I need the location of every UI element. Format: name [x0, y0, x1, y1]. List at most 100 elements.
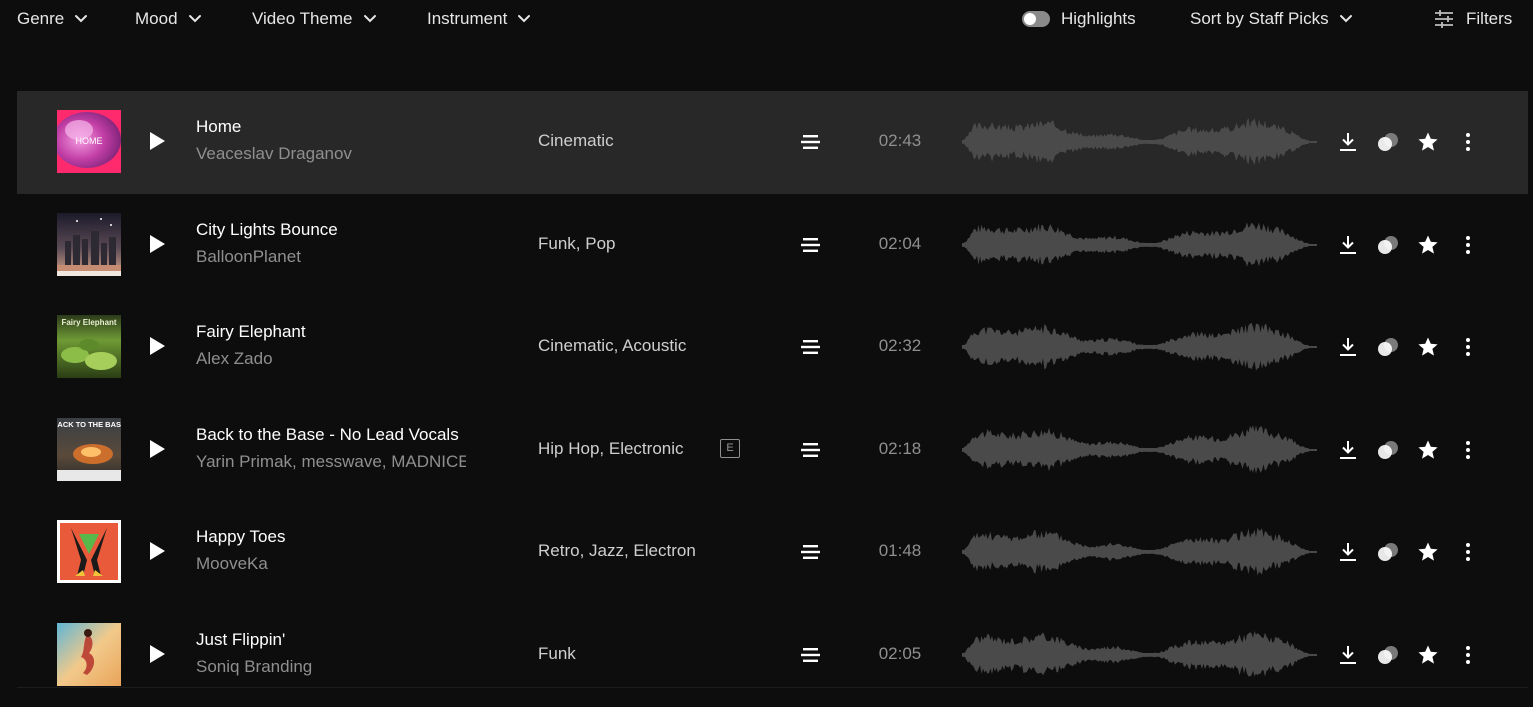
similar-tracks-icon[interactable] — [1377, 234, 1399, 256]
filters-button[interactable]: Filters — [1433, 6, 1512, 32]
track-genres: Cinematic — [538, 131, 614, 150]
album-cover[interactable]: HOME — [57, 110, 121, 173]
download-icon[interactable] — [1337, 336, 1359, 358]
waveform[interactable] — [962, 116, 1317, 168]
filters-label: Filters — [1466, 9, 1513, 28]
star-icon[interactable] — [1417, 234, 1439, 256]
track-title[interactable]: Happy Toes — [196, 527, 466, 547]
track-genres: Retro, Jazz, Electronic — [538, 541, 696, 561]
track-genres: Funk — [538, 643, 576, 663]
sort-dropdown[interactable]: Sort by Staff Picks — [1190, 6, 1353, 32]
mood-dropdown[interactable]: Mood — [135, 6, 202, 32]
track-artist[interactable]: Yarin Primak, messwave, MADNICE — [196, 452, 466, 472]
download-icon[interactable] — [1337, 541, 1359, 563]
more-options-icon[interactable] — [1457, 541, 1479, 563]
album-cover[interactable]: Fairy Elephant — [57, 315, 121, 379]
more-options-icon[interactable] — [1457, 336, 1479, 358]
video-theme-dropdown[interactable]: Video Theme — [252, 6, 377, 32]
more-options-icon[interactable] — [1457, 131, 1479, 153]
waveform[interactable] — [962, 526, 1317, 578]
chevron-down-icon — [74, 14, 88, 24]
play-button[interactable] — [148, 439, 166, 459]
download-icon[interactable] — [1337, 234, 1359, 256]
more-options-icon[interactable] — [1457, 644, 1479, 666]
waveform[interactable] — [962, 219, 1317, 271]
similar-tracks-icon[interactable] — [1377, 439, 1399, 461]
track-artist[interactable]: Alex Zado — [196, 349, 466, 369]
album-cover[interactable] — [57, 520, 121, 584]
waveform-baseline — [962, 141, 1317, 143]
lyrics-lines-icon[interactable] — [801, 134, 820, 150]
track-title[interactable]: Just Flippin' — [196, 630, 466, 650]
cover-text: Fairy Elephant — [61, 318, 116, 327]
waveform-shape — [962, 630, 1309, 677]
track-genres: Hip Hop, Electronic — [538, 438, 684, 458]
track-title[interactable]: Home — [196, 117, 466, 137]
video-theme-dropdown-label: Video Theme — [252, 9, 353, 28]
cover-text: BACK TO THE BASE — [57, 420, 121, 429]
waveform[interactable] — [962, 629, 1317, 681]
track-title[interactable]: Back to the Base - No Lead Vocals — [196, 425, 466, 445]
track-artist[interactable]: Veaceslav Draganov — [196, 144, 466, 164]
highlights-label: Highlights — [1061, 9, 1136, 28]
more-options-icon[interactable] — [1457, 234, 1479, 256]
track-duration: 02:32 — [878, 336, 922, 356]
more-options-icon[interactable] — [1457, 439, 1479, 461]
genre-dropdown[interactable]: Genre — [17, 6, 88, 32]
star-icon[interactable] — [1417, 541, 1439, 563]
waveform-baseline — [962, 448, 1317, 451]
star-icon[interactable] — [1417, 644, 1439, 666]
track-duration: 02:43 — [878, 131, 922, 150]
track-row[interactable]: Just Flippin' Soniq Branding Funk 02:05 — [17, 604, 1528, 707]
download-icon[interactable] — [1337, 131, 1359, 153]
track-row[interactable]: BACK TO THE BASE Back to the Base - No L… — [17, 399, 1528, 502]
divider — [17, 687, 1528, 688]
track-artist[interactable]: Soniq Branding — [196, 657, 466, 677]
star-icon[interactable] — [1417, 131, 1439, 153]
track-duration: 02:18 — [878, 438, 922, 458]
track-title[interactable]: City Lights Bounce — [196, 220, 466, 240]
track-row[interactable]: City Lights Bounce BalloonPlanet Funk, P… — [17, 194, 1528, 297]
play-button[interactable] — [148, 336, 166, 356]
play-button[interactable] — [148, 541, 166, 561]
album-cover[interactable] — [57, 622, 121, 686]
play-button[interactable] — [148, 644, 166, 664]
filter-toolbar: Genre Mood Video Theme Instrument Highli… — [0, 0, 1533, 38]
similar-tracks-icon[interactable] — [1377, 131, 1399, 153]
lyrics-lines-icon[interactable] — [801, 339, 820, 355]
star-icon[interactable] — [1417, 336, 1439, 358]
track-artist[interactable]: BalloonPlanet — [196, 247, 466, 267]
waveform-baseline — [962, 346, 1317, 349]
chevron-down-icon — [363, 14, 377, 24]
instrument-dropdown-label: Instrument — [427, 9, 508, 28]
similar-tracks-icon[interactable] — [1377, 541, 1399, 563]
track-row[interactable]: HOME Home Veaceslav Draganov Cinematic 0… — [17, 91, 1528, 194]
track-row[interactable]: Happy Toes MooveKa Retro, Jazz, Electron… — [17, 501, 1528, 604]
play-button[interactable] — [148, 234, 166, 254]
download-icon[interactable] — [1337, 439, 1359, 461]
waveform[interactable] — [962, 424, 1317, 476]
track-duration: 02:05 — [878, 643, 922, 663]
chevron-down-icon — [517, 14, 531, 24]
waveform-baseline — [962, 551, 1317, 554]
highlights-toggle[interactable] — [1022, 11, 1050, 27]
star-icon[interactable] — [1417, 439, 1439, 461]
track-genres: Cinematic, Acoustic — [538, 336, 687, 356]
similar-tracks-icon[interactable] — [1377, 336, 1399, 358]
album-cover[interactable] — [57, 212, 121, 276]
track-row[interactable]: Fairy Elephant Fairy Elephant Alex Zado … — [17, 296, 1528, 399]
track-artist[interactable]: MooveKa — [196, 554, 466, 574]
highlights-toggle-group: Highlights — [1022, 6, 1136, 32]
download-icon[interactable] — [1337, 644, 1359, 666]
album-cover[interactable]: BACK TO THE BASE — [57, 417, 121, 481]
lyrics-lines-icon[interactable] — [801, 237, 820, 253]
instrument-dropdown[interactable]: Instrument — [427, 6, 531, 32]
track-title[interactable]: Fairy Elephant — [196, 322, 466, 342]
waveform[interactable] — [962, 321, 1317, 373]
track-duration: 02:04 — [878, 233, 922, 253]
similar-tracks-icon[interactable] — [1377, 644, 1399, 666]
lyrics-lines-icon[interactable] — [801, 442, 820, 458]
lyrics-lines-icon[interactable] — [801, 647, 820, 663]
play-button[interactable] — [148, 131, 166, 151]
lyrics-lines-icon[interactable] — [801, 544, 820, 560]
